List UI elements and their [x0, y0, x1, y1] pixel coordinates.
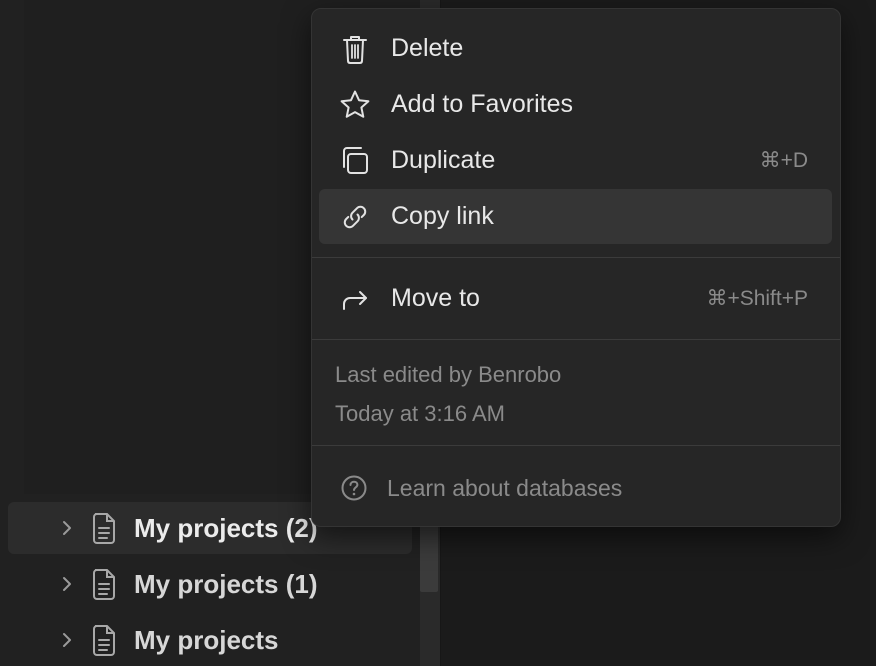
sidebar-item-my-projects-1[interactable]: My projects (1) — [8, 558, 412, 610]
sidebar-item-label: My projects (1) — [134, 568, 318, 599]
doc-icon — [90, 623, 118, 657]
app-window: My projects (2) My projects (1) My proje… — [0, 0, 876, 666]
copy-link-menu-item[interactable]: Copy link — [319, 189, 832, 244]
menu-item-label: Duplicate — [391, 146, 496, 174]
menu-item-label: Add to Favorites — [391, 90, 574, 118]
menu-item-label: Move to — [391, 284, 480, 312]
doc-icon — [90, 567, 118, 601]
chevron-right-icon[interactable] — [58, 631, 76, 649]
learn-about-databases-link[interactable]: Learn about databases — [319, 469, 832, 507]
last-edited-time: Today at 3:16 AM — [335, 401, 505, 426]
link-icon — [337, 199, 373, 235]
chevron-right-icon[interactable] — [58, 575, 76, 593]
last-edited-by: Last edited by Benrobo — [335, 362, 562, 387]
delete-menu-item[interactable]: Delete — [319, 21, 832, 76]
help-link-label: Learn about databases — [387, 474, 623, 501]
trash-icon — [337, 31, 373, 67]
doc-icon — [90, 511, 118, 545]
sidebar-item-label: My projects — [134, 624, 279, 655]
menu-divider — [312, 339, 840, 340]
context-menu: Delete Add to Favorites Duplicate ⌘+D Co… — [311, 8, 841, 527]
menu-item-label: Delete — [391, 34, 464, 62]
chevron-right-icon[interactable] — [58, 519, 76, 537]
duplicate-menu-item[interactable]: Duplicate ⌘+D — [319, 133, 832, 188]
sidebar-item-label: My projects (2) — [134, 512, 318, 543]
sidebar-item-my-projects[interactable]: My projects — [8, 614, 412, 666]
move-to-menu-item[interactable]: Move to ⌘+Shift+P — [319, 271, 832, 326]
menu-divider — [312, 445, 840, 446]
duplicate-shortcut: ⌘+D — [759, 149, 808, 172]
move-to-shortcut: ⌘+Shift+P — [706, 287, 808, 310]
move-arrow-icon — [337, 281, 373, 317]
menu-divider — [312, 257, 840, 258]
duplicate-icon — [337, 143, 373, 179]
menu-item-label: Copy link — [391, 202, 494, 230]
add-to-favorites-menu-item[interactable]: Add to Favorites — [319, 77, 832, 132]
help-circle-icon — [339, 473, 369, 503]
star-icon — [337, 87, 373, 123]
